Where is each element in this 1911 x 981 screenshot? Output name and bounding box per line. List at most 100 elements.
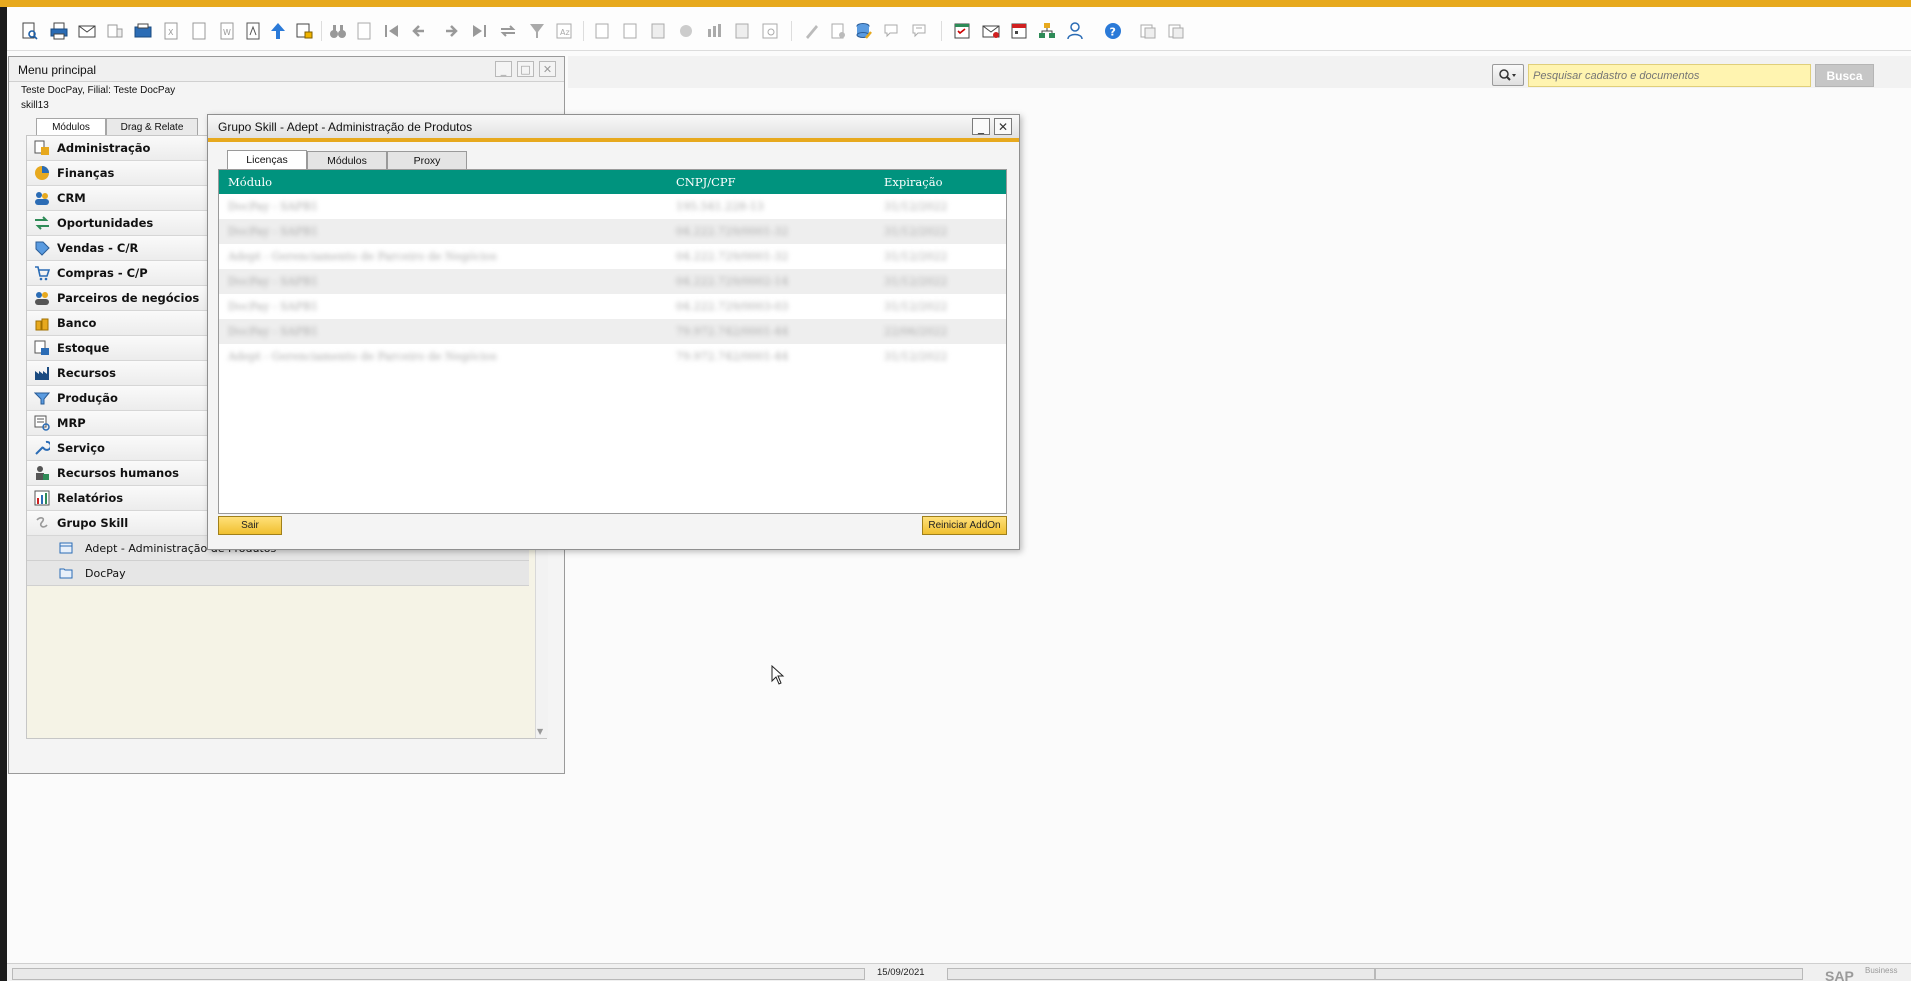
module-item-relatorios[interactable]: Relatórios (27, 486, 213, 511)
module-item-estoque[interactable]: Estoque (27, 336, 213, 361)
module-item-crm[interactable]: CRM (27, 186, 213, 211)
restart-addon-button[interactable]: Reiniciar AddOn (922, 516, 1007, 535)
preview-icon[interactable] (19, 20, 41, 42)
main-menu-title: Menu principal (18, 63, 97, 77)
module-item-grupo-skill[interactable]: Grupo Skill (27, 511, 213, 536)
tab-licencas[interactable]: Licenças (227, 150, 307, 169)
table-row[interactable]: Adept - Gerenciamento de Parceiro de Neg… (219, 244, 1006, 269)
module-item-mrp[interactable]: MRP (27, 411, 213, 436)
tab-modules[interactable]: Módulos (36, 118, 106, 136)
gross-profit-icon (703, 20, 725, 42)
export-pdf-icon[interactable] (242, 20, 264, 42)
user-icon[interactable] (1064, 20, 1086, 42)
module-item-parceiros[interactable]: Parceiros de negócios (27, 286, 213, 311)
tab-drag-relate[interactable]: Drag & Relate (106, 118, 198, 135)
search-options-button[interactable] (1492, 64, 1524, 86)
bank-icon (27, 315, 57, 331)
window-left-edge (0, 0, 7, 981)
module-item-administracao[interactable]: Administração (27, 136, 213, 161)
tab-proxy[interactable]: Proxy (387, 151, 467, 169)
module-item-servico[interactable]: Serviço (27, 436, 213, 461)
svg-text:X: X (168, 28, 174, 37)
messages-icon (881, 20, 903, 42)
main-toolbar: X W Az ? (7, 7, 1911, 51)
svg-text:W: W (223, 28, 231, 37)
table-row[interactable]: DocPay - SAPB1 04.222.729/0003-03 31/12/20… (219, 294, 1006, 319)
email-icon[interactable] (76, 20, 98, 42)
grid-header: Módulo CNPJ/CPF Expiração (219, 170, 1006, 194)
mail-alert-icon[interactable] (980, 20, 1002, 42)
status-field (947, 968, 1375, 980)
previous-record-icon (409, 20, 431, 42)
dialog-title: Grupo Skill - Adept - Administração de P… (218, 120, 473, 134)
column-header-expiracao[interactable]: Expiração (884, 175, 943, 189)
journal-icon (647, 20, 669, 42)
organization-chart-icon[interactable] (1036, 20, 1058, 42)
sms-icon (104, 20, 126, 42)
sales-tag-icon (27, 240, 57, 256)
finance-pie-icon (27, 165, 57, 181)
search-input[interactable] (1528, 64, 1811, 87)
table-row[interactable]: DocPay - SAPB1 79.972.742/0001-44 22/06/20… (219, 319, 1006, 344)
tab-modulos[interactable]: Módulos (307, 151, 387, 169)
admin-icon (27, 140, 57, 156)
print-icon[interactable] (48, 20, 70, 42)
module-item-recursos[interactable]: Recursos (27, 361, 213, 386)
close-button[interactable]: ✕ (539, 61, 556, 77)
maximize-button[interactable]: □ (517, 61, 534, 77)
module-item-financas[interactable]: Finanças (27, 161, 213, 186)
export-document-icon (188, 20, 210, 42)
magnifier-icon (1499, 69, 1516, 81)
shopping-cart-icon (27, 265, 57, 281)
calendar-checklist-icon[interactable] (951, 20, 973, 42)
edit-pencil-icon (801, 20, 823, 42)
table-row[interactable]: DocPay - SAPB1 04.222.729/0002-14 31/12/20… (219, 269, 1006, 294)
close-icon: ✕ (997, 119, 1009, 134)
exit-button[interactable]: Sair (218, 516, 282, 535)
table-row[interactable]: DocPay - SAPB1 195.541.228-13 31/12/2022 (219, 194, 1006, 219)
help-icon[interactable]: ? (1102, 20, 1124, 42)
database-query-icon[interactable] (853, 20, 875, 42)
subitem-docpay[interactable]: DocPay (27, 561, 529, 586)
dialog-close-button[interactable]: ✕ (994, 118, 1012, 135)
module-item-banco[interactable]: Banco (27, 311, 213, 336)
fax-icon[interactable] (132, 20, 154, 42)
scroll-down-icon[interactable]: ▼ (537, 727, 543, 736)
settings-document-icon (827, 20, 849, 42)
inventory-icon (27, 340, 57, 356)
column-header-modulo[interactable]: Módulo (228, 175, 272, 189)
production-icon (27, 390, 57, 406)
top-accent-stripe (0, 0, 1911, 7)
minimize-button[interactable]: _ (495, 61, 512, 77)
dialog-minimize-button[interactable]: _ (972, 118, 990, 135)
target-document-icon (619, 20, 641, 42)
add-record-icon (353, 20, 375, 42)
window-tile-icon (1165, 20, 1187, 42)
status-field (1375, 968, 1803, 980)
license-admin-dialog: Grupo Skill - Adept - Administração de P… (207, 114, 1020, 550)
main-menu-titlebar[interactable]: Menu principal _ □ ✕ (9, 57, 564, 82)
crm-icon (27, 190, 57, 206)
column-header-cnpj[interactable]: CNPJ/CPF (676, 175, 736, 189)
minimize-icon: _ (978, 119, 984, 134)
search-button[interactable]: Busca (1815, 64, 1874, 87)
table-row[interactable]: Adept - Gerenciamento de Parceiro de Neg… (219, 344, 1006, 369)
sap-logo-subtitle: Business (1865, 966, 1898, 975)
calendar-icon[interactable] (1008, 20, 1030, 42)
find-binoculars-icon[interactable] (327, 20, 349, 42)
module-item-rh[interactable]: Recursos humanos (27, 461, 213, 486)
table-row[interactable]: DocPay - SAPB1 04.222.729/0001-32 31/12/20… (219, 219, 1006, 244)
opportunities-icon (27, 215, 57, 231)
document-settings-icon (759, 20, 781, 42)
dialog-titlebar[interactable]: Grupo Skill - Adept - Administração de P… (208, 115, 1019, 138)
alerts-chat-icon (909, 20, 931, 42)
module-item-vendas[interactable]: Vendas - C/R (27, 236, 213, 261)
close-icon: ✕ (542, 62, 553, 76)
next-record-icon (439, 20, 461, 42)
module-item-compras[interactable]: Compras - C/P (27, 261, 213, 286)
move-up-icon[interactable] (267, 20, 289, 42)
minimize-icon: _ (500, 62, 507, 76)
module-item-oportunidades[interactable]: Oportunidades (27, 211, 213, 236)
lock-form-icon[interactable] (293, 20, 315, 42)
module-item-producao[interactable]: Produção (27, 386, 213, 411)
